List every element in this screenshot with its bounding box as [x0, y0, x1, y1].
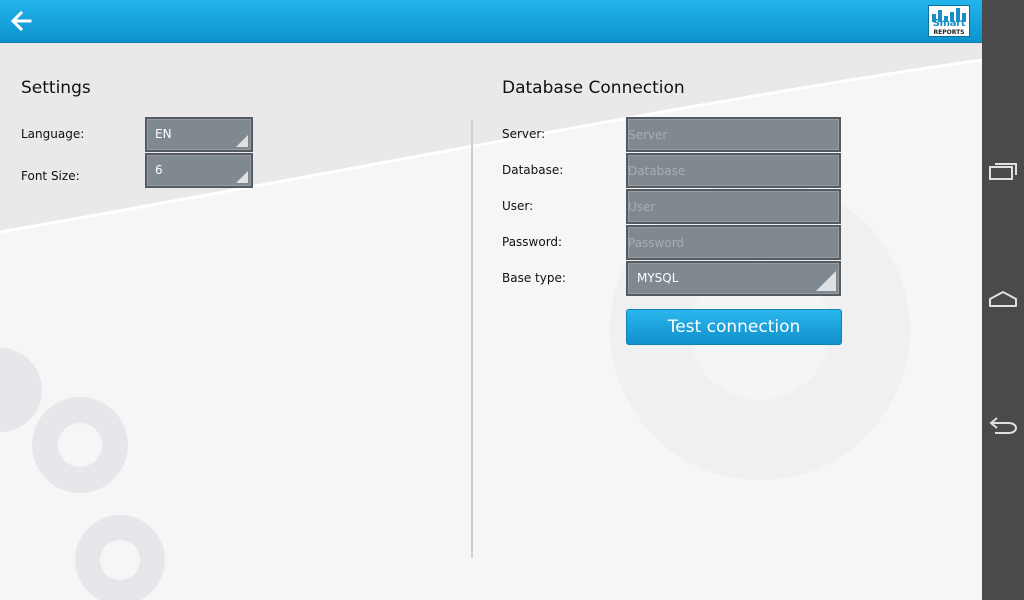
font-size-select[interactable]: 6 — [145, 153, 253, 188]
dropdown-triangle-icon — [236, 135, 248, 147]
back-arrow-button[interactable] — [6, 6, 36, 36]
database-label: Database: — [502, 163, 564, 177]
language-label: Language: — [21, 127, 85, 141]
base-type-label: Base type: — [502, 271, 566, 285]
settings-title: Settings — [21, 78, 91, 98]
password-input[interactable] — [628, 227, 839, 258]
arrow-left-icon — [10, 10, 32, 32]
action-bar: Smart REPORTS — [0, 0, 982, 43]
user-input[interactable] — [628, 191, 839, 222]
password-field-box — [626, 225, 841, 260]
password-label: Password: — [502, 235, 563, 249]
background-decoration — [0, 42, 982, 600]
system-back-button[interactable] — [987, 412, 1019, 444]
server-label: Server: — [502, 127, 546, 141]
user-label: User: — [502, 199, 534, 213]
language-value: EN — [155, 127, 172, 141]
home-button[interactable] — [987, 284, 1019, 316]
dropdown-triangle-icon — [816, 271, 836, 291]
server-field-box — [626, 117, 841, 152]
logo-text-smart: Smart — [932, 18, 966, 29]
section-divider — [471, 120, 473, 558]
system-navigation-bar — [982, 0, 1024, 600]
recent-apps-icon — [989, 163, 1017, 180]
test-connection-button[interactable]: Test connection — [626, 309, 842, 345]
font-size-value: 6 — [155, 163, 163, 177]
smart-reports-logo: Smart REPORTS — [928, 5, 970, 37]
language-select[interactable]: EN — [145, 117, 253, 152]
app-window: Smart REPORTS Settings Language: EN Font… — [0, 0, 982, 600]
database-field-box — [626, 153, 841, 188]
dropdown-triangle-icon — [236, 171, 248, 183]
user-field-box — [626, 189, 841, 224]
back-icon — [989, 417, 1017, 434]
home-icon — [989, 291, 1017, 307]
base-type-value: MYSQL — [637, 271, 679, 285]
font-size-label: Font Size: — [21, 169, 80, 183]
base-type-select[interactable]: MYSQL — [626, 261, 841, 296]
logo-text-reports: REPORTS — [933, 29, 965, 36]
database-connection-title: Database Connection — [502, 78, 685, 98]
database-input[interactable] — [628, 155, 839, 186]
recent-apps-button[interactable] — [987, 156, 1019, 188]
server-input[interactable] — [628, 119, 839, 150]
